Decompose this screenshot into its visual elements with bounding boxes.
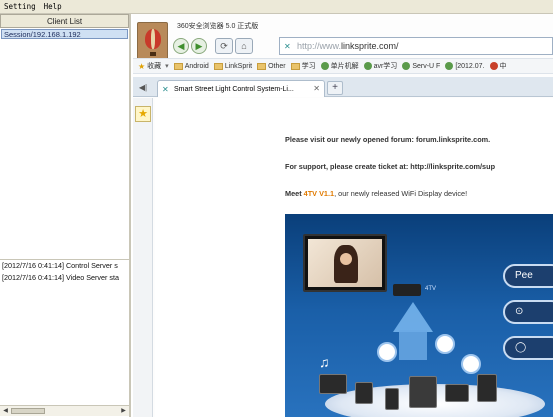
product-announcement: Meet 4TV V1.1, our newly released WiFi D…	[285, 189, 467, 198]
dongle-label: 4TV	[425, 286, 437, 292]
banner-pill: Pee	[503, 264, 553, 288]
bookmark-android[interactable]: Android	[173, 62, 209, 70]
client-panel: Client List Session/192.168.1.192 [2012/…	[0, 14, 131, 417]
client-list: Session/192.168.1.192	[0, 29, 129, 255]
tv-image	[303, 234, 387, 292]
bookmarks-bar: ★ 收藏 ▾ Android LinkSprit Other 学习 单片机解 a…	[133, 58, 553, 74]
scroll-thumb[interactable]	[11, 408, 45, 414]
bookmark-favorites[interactable]: ★ 收藏 ▾	[138, 61, 169, 71]
banner-pill-icon: ⊙	[503, 300, 553, 324]
scroll-left-icon[interactable]: ◀	[1, 407, 10, 415]
site-icon	[320, 62, 329, 70]
address-bar[interactable]: ✕ http://www. linksprite.com/	[279, 37, 553, 55]
bookmark-label: LinkSprit	[224, 62, 253, 70]
favorites-star-icon[interactable]: ★	[135, 106, 151, 122]
tablet-icon	[355, 382, 373, 404]
bookmark-servu[interactable]: Serv-U F	[402, 62, 440, 70]
folder-icon	[290, 62, 300, 70]
tab-active[interactable]: ✕ Smart Street Light Control System-Li..…	[157, 80, 325, 97]
menu-help[interactable]: Help	[40, 2, 66, 11]
camera-icon	[409, 376, 437, 408]
nav-buttons: ◀ ▶ ⟳ ⌂	[173, 36, 255, 56]
bookmark-2012[interactable]: [2012.07.	[445, 62, 485, 70]
log-line: [2012/7/16 0:41:14] Control Server s	[2, 261, 118, 270]
forward-button[interactable]: ▶	[191, 38, 207, 54]
log-line: [2012/7/16 0:41:14] Video Server sta	[2, 273, 119, 282]
browser-window: 360安全浏览器 5.0 正式版 ◀ ▶ ⟳ ⌂ ✕ http://www. l…	[133, 14, 553, 417]
folder-icon	[257, 62, 267, 70]
bookmark-study[interactable]: 学习	[290, 61, 316, 71]
forum-notice: Please visit our newly opened forum: for…	[285, 135, 491, 144]
bookmark-mcu[interactable]: 单片机解	[320, 61, 359, 71]
site-icon	[402, 62, 411, 70]
bookmark-label: 学习	[301, 63, 316, 70]
bookmark-label: Other	[268, 62, 286, 70]
mobile-icon	[477, 374, 497, 402]
tv-screen	[308, 239, 382, 287]
device-icon	[445, 384, 469, 402]
url-prefix: http://www.	[297, 41, 342, 51]
menu-bar: Setting Help	[0, 0, 553, 14]
arrow-up-icon	[393, 302, 433, 332]
announcement-suffix: , our newly released WiFi Display device…	[334, 189, 468, 198]
phone-icon	[385, 388, 399, 410]
music-note-icon: ♫	[319, 354, 330, 370]
sidebar-toggle-icon[interactable]: ◀|	[135, 81, 151, 94]
folder-icon	[213, 62, 223, 70]
bookmark-label: 单片机解	[330, 63, 359, 70]
new-tab-button[interactable]: +	[327, 81, 343, 95]
log-horizontal-scrollbar[interactable]: ◀ ▶	[0, 405, 129, 416]
product-banner-image[interactable]: 4TV Pee ⊙ ◯ ♫	[285, 214, 553, 417]
refresh-button[interactable]: ⟳	[215, 38, 233, 54]
log-panel: [2012/7/16 0:41:14] Control Server s [20…	[0, 259, 129, 404]
bookmark-label: [2012.07.	[455, 62, 485, 70]
web-page: Please visit our newly opened forum: for…	[155, 98, 553, 417]
balloon-icon	[145, 29, 161, 49]
balloon-basket	[150, 52, 156, 56]
tab-strip: ◀| ✕ Smart Street Light Control System-L…	[133, 77, 553, 97]
bookmark-label: 中	[499, 63, 507, 70]
bookmark-label: Android	[184, 62, 209, 70]
menu-setting[interactable]: Setting	[0, 2, 40, 11]
site-favicon-icon: ✕	[284, 41, 291, 51]
chevron-down-icon: ▾	[165, 63, 169, 70]
star-icon: ★	[138, 61, 146, 71]
scroll-right-icon[interactable]: ▶	[119, 407, 128, 415]
browser-sidebar: ★	[133, 98, 153, 417]
site-icon	[445, 62, 454, 70]
client-list-header: Client List	[0, 14, 129, 28]
media-icon	[461, 354, 481, 374]
tab-title: Smart Street Light Control System-Li...	[174, 85, 294, 93]
site-favicon-icon: ✕	[162, 84, 169, 94]
back-button[interactable]: ◀	[173, 38, 189, 54]
bookmark-label: avr学习	[373, 63, 398, 70]
bookmark-zhong[interactable]: 中	[489, 61, 507, 71]
banner-pill-icon: ◯	[503, 336, 553, 360]
close-icon[interactable]: ✕	[313, 84, 320, 93]
arrow-body	[399, 330, 427, 360]
person-image	[334, 245, 358, 283]
media-icon	[435, 334, 455, 354]
laptop-icon	[319, 374, 347, 394]
dongle-image	[393, 284, 421, 296]
site-icon	[363, 62, 372, 70]
browser-title: 360安全浏览器 5.0 正式版	[177, 23, 259, 30]
media-icon	[377, 342, 397, 362]
folder-icon	[173, 62, 183, 70]
product-link[interactable]: 4TV V1.1	[304, 189, 334, 198]
announcement-prefix: Meet	[285, 189, 304, 198]
bookmark-label: 收藏	[147, 63, 162, 70]
site-icon	[489, 62, 498, 70]
url-host: linksprite.com/	[341, 41, 399, 51]
bookmark-label: Serv-U F	[412, 62, 441, 70]
bookmark-avr[interactable]: avr学习	[363, 61, 398, 71]
bookmark-other[interactable]: Other	[257, 62, 286, 70]
support-notice: For support, please create ticket at: ht…	[285, 162, 496, 171]
client-list-item[interactable]: Session/192.168.1.192	[1, 29, 128, 39]
home-button[interactable]: ⌂	[235, 38, 253, 54]
bookmark-linksprite[interactable]: LinkSprit	[213, 62, 253, 70]
